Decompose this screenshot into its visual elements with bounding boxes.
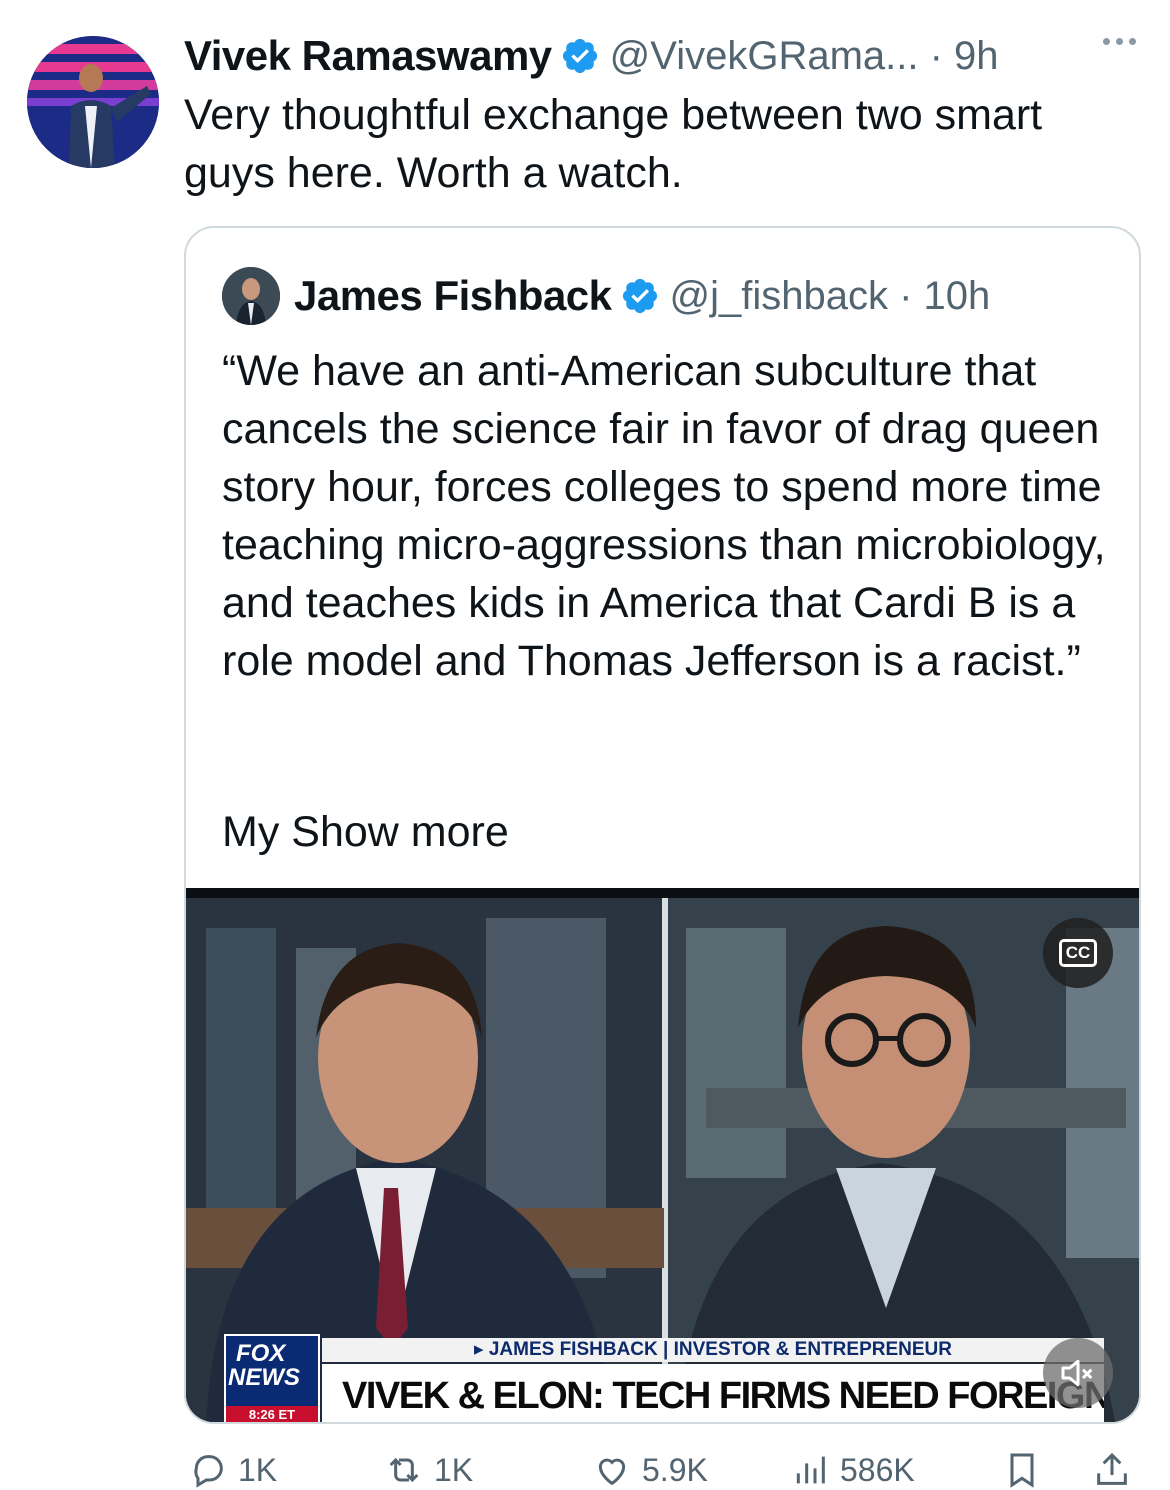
chyron-headline: VIVEK & ELON: TECH FIRMS NEED FOREIGN HI… [322, 1364, 1104, 1422]
author-handle-time[interactable]: @VivekGRama... · 9h [610, 34, 999, 79]
share-button[interactable] [1092, 1450, 1142, 1490]
mute-button[interactable] [1043, 1338, 1113, 1408]
chyron-nameplate: ▸ JAMES FISHBACK | INVESTOR & ENTREPRENE… [322, 1338, 1104, 1362]
captions-button[interactable]: CC [1043, 918, 1113, 988]
bookmark-button[interactable] [1002, 1450, 1052, 1490]
quoted-text: “We have an anti-American subculture tha… [222, 347, 1106, 685]
more-icon[interactable] [1103, 38, 1136, 45]
like-icon [598, 1458, 626, 1486]
quoted-handle-time: @j_fishback · 10h [669, 273, 991, 318]
quoted-header: James Fishback @j_fishback · 10h [222, 267, 991, 325]
quoted-avatar [222, 267, 280, 325]
author-name[interactable]: Vivek Ramaswamy [184, 32, 552, 80]
show-more-link[interactable]: Show more [291, 808, 508, 856]
repost-icon [389, 1457, 419, 1483]
cc-icon: CC [1058, 939, 1098, 967]
show-more-line: My Show more [222, 808, 509, 857]
tweet-text: Very thoughtful exchange between two sma… [184, 91, 1043, 197]
tweet-header: Vivek Ramaswamy @VivekGRama... · 9h [184, 28, 1142, 84]
network-logo: FOX NEWS 8:26 ET [224, 1334, 320, 1422]
mute-icon [1061, 1359, 1093, 1387]
avatar-image [27, 36, 159, 168]
quoted-tweet[interactable]: James Fishback @j_fishback · 10h “We hav… [184, 226, 1141, 1424]
action-bar: 1K 1K 5.9K 586K [184, 1450, 1144, 1490]
author-avatar[interactable] [27, 36, 159, 168]
repost-button[interactable]: 1K [384, 1450, 473, 1490]
reply-icon [194, 1455, 223, 1488]
verified-badge-icon [622, 278, 657, 314]
views-button[interactable]: 586K [790, 1450, 915, 1490]
like-button[interactable]: 5.9K [592, 1450, 708, 1490]
quoted-author-name: James Fishback [294, 272, 612, 319]
reply-button[interactable]: 1K [188, 1450, 277, 1490]
network-logo-line1: FOX [236, 1340, 286, 1367]
views-icon [796, 1456, 825, 1484]
network-logo-line2: NEWS [228, 1364, 300, 1391]
show-more-prefix: My [222, 808, 280, 856]
video-player[interactable]: CC FOX NEWS 8:26 ET ▸ JAMES FISHBACK | I… [186, 888, 1139, 1422]
broadcast-time: 8:26 ET [226, 1406, 318, 1422]
share-icon [1097, 1452, 1127, 1485]
verified-badge-icon [562, 38, 597, 74]
bookmark-icon [1010, 1453, 1034, 1488]
